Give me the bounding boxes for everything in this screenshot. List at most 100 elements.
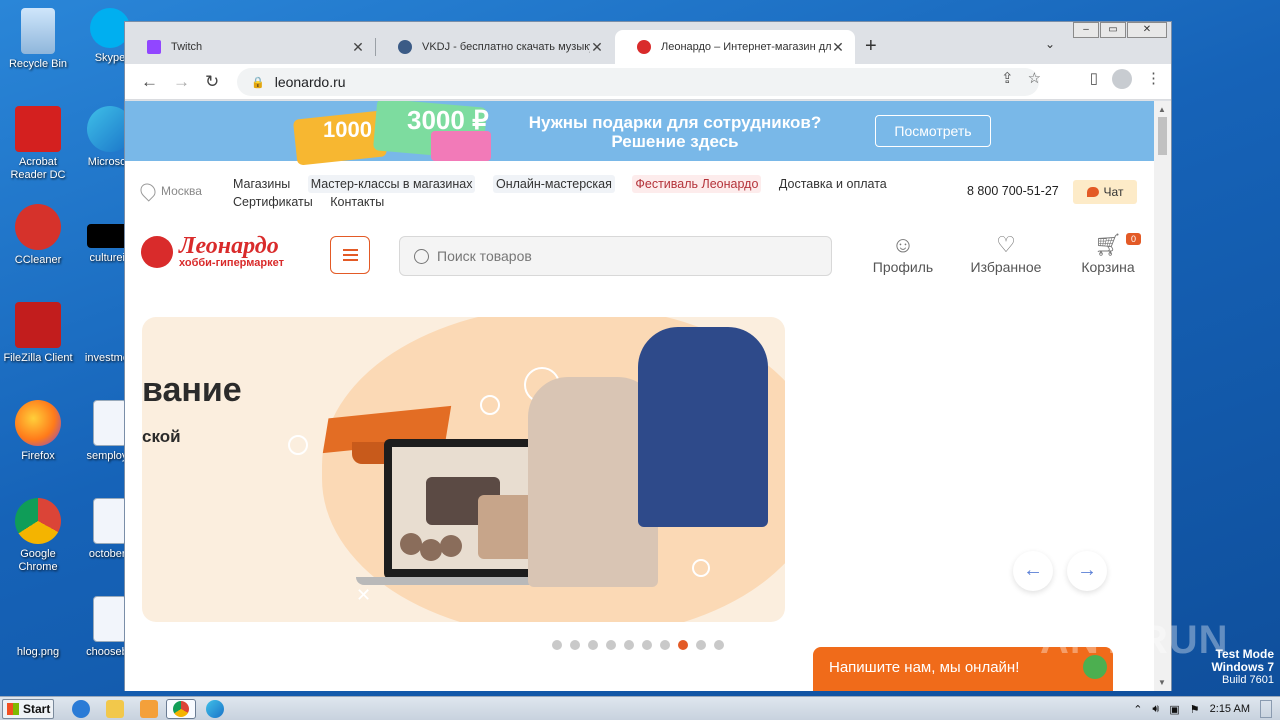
tab-search-icon[interactable]: ⌄ <box>1045 37 1055 51</box>
nav-link-festival[interactable]: Фестиваль Леонардо <box>632 175 762 193</box>
gift-cards-image: 1000 3000 ₽ <box>292 101 495 166</box>
slider-prev-button[interactable]: ← <box>1013 551 1053 591</box>
clock[interactable]: 2:15 AM <box>1210 703 1250 715</box>
test-mode-notice: Test Mode Windows 7 Build 7601 <box>1211 647 1274 687</box>
desktop-icon-chrome[interactable]: Google Chrome <box>0 498 76 574</box>
bookmark-star-icon[interactable]: ☆ <box>1028 69 1041 87</box>
scrollbar-thumb[interactable] <box>1158 117 1167 155</box>
start-button[interactable]: Start <box>2 699 54 719</box>
show-desktop-button[interactable] <box>1260 700 1272 718</box>
desktop-icon-recycle-bin[interactable]: Recycle Bin <box>0 8 76 71</box>
close-tab-icon[interactable]: ✕ <box>590 39 604 56</box>
location-pin-icon <box>137 180 159 202</box>
heart-icon: ♡ <box>996 232 1016 257</box>
side-panel-icon[interactable]: ▯ <box>1090 69 1098 89</box>
windows-flag-icon <box>7 703 19 715</box>
slider-dot[interactable] <box>606 640 616 650</box>
network-icon[interactable]: ▣ <box>1169 703 1179 716</box>
promo-view-button[interactable]: Посмотреть <box>875 115 991 147</box>
anyrun-watermark: ANY RUN <box>1040 618 1229 662</box>
nav-link-master-classes[interactable]: Мастер-классы в магазинах <box>307 175 476 193</box>
favorites-link[interactable]: ♡ Избранное <box>965 232 1047 276</box>
search-input[interactable] <box>437 248 817 264</box>
reload-button[interactable]: ↻ <box>205 72 219 92</box>
chrome-window: Twitch ✕ VKDJ - бесплатно скачать музыку… <box>124 21 1172 691</box>
lock-icon: 🔒 <box>251 76 265 89</box>
chat-bubble-icon <box>1086 187 1099 197</box>
forward-button[interactable]: → <box>173 72 190 92</box>
tab-leonardo[interactable]: Леонардо – Интернет-магазин для ✕ <box>615 30 855 64</box>
media-player-icon[interactable] <box>140 700 158 718</box>
system-tray: ⌃ 🔊︎ ▣ ⚑ 2:15 AM <box>1125 697 1280 720</box>
hero-slide[interactable]: вание ской ✕ <box>142 317 785 622</box>
promo-text: Нужны подарки для сотрудников? Решение з… <box>528 113 822 151</box>
slider-dot[interactable] <box>570 640 580 650</box>
url-text: leonardo.ru <box>274 74 346 90</box>
city-selector[interactable]: Москва <box>137 180 202 202</box>
back-button[interactable]: ← <box>141 72 158 92</box>
chat-button[interactable]: Чат <box>1073 180 1137 204</box>
share-icon[interactable]: ⇪ <box>1001 69 1014 87</box>
page-viewport: 1000 3000 ₽ Нужны подарки для сотруднико… <box>125 101 1155 691</box>
promo-banner[interactable]: 1000 3000 ₽ Нужны подарки для сотруднико… <box>125 101 1155 166</box>
explorer-folder-icon[interactable] <box>106 700 124 718</box>
chrome-taskbar-icon[interactable] <box>166 699 196 719</box>
profile-avatar-icon[interactable] <box>1112 69 1132 89</box>
desktop-icon-ccleaner[interactable]: CCleaner <box>0 204 76 267</box>
firefox-icon <box>15 400 61 446</box>
ie-icon[interactable] <box>72 700 90 718</box>
desktop-icon-filezilla[interactable]: FileZilla Client <box>0 302 76 365</box>
desktop-icon-acrobat[interactable]: Acrobat Reader DC <box>0 106 76 182</box>
new-tab-button[interactable]: + <box>865 35 877 58</box>
ccleaner-icon <box>15 204 61 250</box>
close-tab-icon[interactable]: ✕ <box>351 39 365 56</box>
address-bar[interactable]: 🔒 leonardo.ru <box>237 68 1039 96</box>
close-window-button[interactable]: ✕ <box>1127 22 1167 38</box>
nav-link-delivery[interactable]: Доставка и оплата <box>779 175 887 193</box>
nav-link-stores[interactable]: Магазины <box>233 175 290 193</box>
leonardo-logo[interactable]: Леонардо хобби-гипермаркет <box>141 234 284 269</box>
maximize-button[interactable]: ▭ <box>1100 22 1126 38</box>
cart-link[interactable]: 🛒︎ Корзина 0 <box>1075 233 1141 275</box>
desktop-icon-hlog[interactable]: hlog.png <box>0 596 76 659</box>
smiley-profile-icon: ☺ <box>891 232 915 257</box>
page-scrollbar[interactable]: ▲ ▼ <box>1154 101 1171 691</box>
nav-links: Магазины Мастер-классы в магазинах Онлай… <box>233 175 913 211</box>
slider-dots <box>552 640 724 650</box>
tab-strip: Twitch ✕ VKDJ - бесплатно скачать музыку… <box>125 22 1171 64</box>
tab-twitch[interactable]: Twitch ✕ <box>125 30 375 64</box>
slider-dot[interactable] <box>624 640 634 650</box>
toolbar-actions: ▯ ⋮ <box>1090 69 1161 89</box>
omnibox-actions: ⇪ ☆ <box>1001 69 1041 87</box>
phone-number[interactable]: 8 800 700-51-27 <box>967 184 1059 198</box>
tab-vkdj[interactable]: VKDJ - бесплатно скачать музыку ✕ <box>376 30 614 64</box>
slider-dot[interactable] <box>714 640 724 650</box>
catalog-menu-button[interactable] <box>330 236 370 274</box>
slider-dot[interactable] <box>552 640 562 650</box>
slider-next-button[interactable]: → <box>1067 551 1107 591</box>
crochet-cardigan-image <box>638 327 768 527</box>
top-navigation: Москва Магазины Мастер-классы в магазина… <box>125 161 1155 219</box>
close-tab-icon[interactable]: ✕ <box>831 39 845 56</box>
minimize-button[interactable]: – <box>1073 22 1099 38</box>
word-document-icon <box>93 596 127 642</box>
profile-link[interactable]: ☺ Профиль <box>869 232 937 276</box>
slider-dot[interactable] <box>588 640 598 650</box>
chrome-icon <box>15 498 61 544</box>
slider-dot[interactable] <box>696 640 706 650</box>
tray-expand-icon[interactable]: ⌃ <box>1133 703 1142 716</box>
flag-notification-icon[interactable]: ⚑ <box>1190 703 1200 716</box>
desktop-icon-firefox[interactable]: Firefox <box>0 400 76 463</box>
menu-kebab-icon[interactable]: ⋮ <box>1146 69 1161 89</box>
edge-taskbar-icon[interactable] <box>206 700 224 718</box>
cart-count-badge: 0 <box>1125 233 1141 245</box>
word-document-icon <box>93 400 127 446</box>
nav-link-certificates[interactable]: Сертификаты <box>233 193 313 211</box>
slider-dot[interactable] <box>660 640 670 650</box>
slider-dot[interactable] <box>642 640 652 650</box>
volume-icon[interactable]: 🔊︎ <box>1152 703 1159 716</box>
site-header: Леонардо хобби-гипермаркет ☺ Профиль ♡ И… <box>125 219 1155 291</box>
nav-link-online-workshop[interactable]: Онлайн-мастерская <box>492 175 615 193</box>
slider-dot[interactable] <box>678 640 688 650</box>
nav-link-contacts[interactable]: Контакты <box>330 193 384 211</box>
